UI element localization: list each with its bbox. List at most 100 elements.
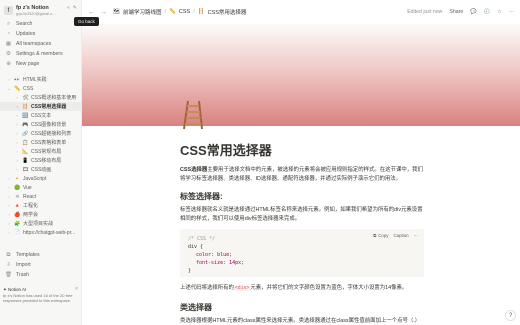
new-page-icon[interactable]: ✎ [73, 5, 77, 11]
edited-status: Edited just now [407, 9, 443, 15]
after-code-paragraph[interactable]: 上述代码将选择所有的<div>元素，并将它们的文字颜色设置为蓝色，字体大小设置为… [180, 284, 424, 294]
chevron-icon[interactable]: › [14, 122, 20, 127]
page-tree-item[interactable]: › 🧩 大型项目实战 [0, 219, 81, 228]
page-tree-item[interactable]: › 📄 https://chatgpt-web-pr... [0, 228, 81, 237]
share-button[interactable]: Share [449, 9, 463, 15]
chevron-icon[interactable]: › [6, 212, 12, 217]
page-tree-label: CSS文本 [31, 113, 52, 119]
breadcrumb-selectors[interactable]: CSS常用选择器 [208, 8, 247, 16]
page-tree-item[interactable]: › 🛠 CSS概述和基本使用 [0, 93, 81, 102]
sidebar-item-new-page[interactable]: ⊕ New page [0, 59, 81, 69]
sidebar-nav: ⌕ Search ◔ Updates ▦ All teamspaces ⚙ Settings … [0, 19, 81, 69]
page-tree-label: CSS动画 [31, 167, 52, 173]
chevron-icon[interactable]: › [6, 77, 12, 82]
chevron-icon[interactable]: › [6, 194, 12, 199]
workspace-email: gqz3x3320@gmail.c... [16, 11, 56, 16]
forward-arrow-icon[interactable]: → [100, 9, 107, 16]
caption-button[interactable]: Caption [393, 232, 408, 240]
page-tree-item[interactable]: › 🔺 工程化 [0, 201, 81, 210]
chevron-icon[interactable]: › [14, 167, 20, 172]
page-tree-label: 工程化 [23, 203, 39, 209]
page-tree-label: https://chatgpt-web-pr... [23, 229, 76, 236]
notion-ai-notice: ✦ Notion AI × fp z's Notion has used 16 … [3, 286, 78, 304]
sidebar: f fp z's Notion gqz3x3320@gmail.c... « ✎… [0, 0, 82, 325]
page-emoji-icon: 📄 [14, 229, 21, 236]
chevron-icon[interactable]: › [14, 131, 20, 136]
tag-selector-paragraph[interactable]: 标签选择器就名义就是选择通过HTML标签名称来选择元素。例如，如果我们希望为所有… [180, 206, 424, 223]
chevron-icon[interactable]: › [6, 176, 12, 181]
breadcrumb-emoji-roadmap: 🗺 [113, 9, 120, 15]
star-icon[interactable]: ☆ [497, 9, 502, 15]
page-emoji-icon: 🔗 [22, 130, 29, 137]
page-tree-item[interactable]: › 📐 CSS常规布局 [0, 147, 81, 156]
page-tree-item[interactable]: › 🔗 CSS超链接和列表 [0, 129, 81, 138]
chevron-icon[interactable]: ⌄ [6, 86, 12, 91]
page-tree-item[interactable]: › 🍎 两学会 [0, 210, 81, 219]
sidebar-item-updates[interactable]: ◔ Updates [0, 29, 81, 39]
nav-icon: ◔ [6, 31, 11, 37]
heading-tag-selector[interactable]: 标签选择器: [180, 191, 424, 202]
breadcrumb-css[interactable]: CSS [179, 9, 190, 15]
code-block[interactable]: ⧉ Copy Caption ··· /* CSS */ div { color:… [180, 229, 424, 277]
breadcrumb-emoji-selectors: 🪜 [197, 9, 205, 15]
page-tree-item[interactable]: › 📱 CSS移动布局 [0, 156, 81, 165]
notion-ai-title: Notion AI [8, 287, 27, 292]
sidebar-item-import[interactable]: ⇩ Import [0, 260, 81, 270]
page-emoji-icon: 🎮 [22, 121, 29, 128]
clock-icon[interactable]: 🕘 [484, 9, 490, 15]
class-selector-paragraph[interactable]: 类选择器根据HTML元素的class属性来选择元素。类选择器通过在class属性… [180, 317, 424, 325]
page-tree-item[interactable]: › 🎮 CSS图像和背景 [0, 120, 81, 129]
sidebar-item-label: New page [16, 61, 40, 67]
page-tree-label: React [23, 193, 37, 200]
copy-button[interactable]: ⧉ Copy [373, 232, 388, 240]
comment-icon[interactable]: 💬 [470, 9, 476, 15]
page-tree-item[interactable]: › ⚛ React [0, 192, 81, 201]
sidebar-item-label: Import [16, 262, 31, 268]
page-tree-item[interactable]: › 🔸 JavaScript [0, 174, 81, 183]
workspace-switcher[interactable]: f fp z's Notion gqz3x3320@gmail.c... « ✎ [0, 0, 81, 19]
page-tree-item[interactable]: › 🟢 Vue [0, 183, 81, 192]
page-cover[interactable] [82, 24, 520, 126]
chevron-icon[interactable]: › [6, 185, 12, 190]
page-emoji-icon: 📱 [22, 157, 29, 164]
more-icon[interactable]: ··· [414, 232, 418, 240]
page-tree-item[interactable]: ⌄ 📏 CSS [0, 84, 81, 93]
page-emoji-icon: 🍎 [14, 211, 21, 218]
chevron-icon[interactable]: › [6, 221, 12, 226]
close-icon[interactable]: × [75, 286, 78, 293]
sidebar-item-templates[interactable]: ⧉ Templates [0, 250, 81, 260]
back-arrow-icon[interactable]: ← [88, 9, 95, 16]
code-line: } [188, 268, 192, 274]
page-tree-label: HTML实践 [23, 77, 47, 83]
chevron-icon[interactable]: › [6, 203, 12, 208]
chevron-icon[interactable]: › [14, 140, 20, 145]
chevron-icon[interactable]: › [6, 230, 12, 235]
ladder-icon[interactable] [181, 100, 205, 130]
chevron-icon[interactable]: › [14, 113, 20, 118]
page-tree: › 👀 HTML实践 ⌄ 📏 CSS › 🛠 CSS概述和基本使用 › 🪜 CSS常用选择器 › 🔡 CSS… [0, 75, 81, 237]
chevron-icon[interactable]: › [14, 149, 20, 154]
heading-class-selector[interactable]: 类选择器 [180, 302, 424, 313]
page-tree-item[interactable]: › 👀 HTML实践 [0, 75, 81, 84]
chevron-icon[interactable]: › [14, 158, 20, 163]
nav-icon: ⚙ [6, 51, 11, 57]
breadcrumb-roadmap[interactable]: 前端学习路线图 [123, 8, 162, 16]
page-title[interactable]: CSS常用选择器 [180, 140, 424, 159]
intro-paragraph[interactable]: CSS选择器主要用于选择文档中的元素，被选择的元素将会被应用规则指定的样式。在这… [180, 166, 424, 183]
sidebar-item-search[interactable]: ⌕ Search [0, 19, 81, 29]
help-button[interactable]: ? [505, 310, 516, 321]
chevron-icon[interactable]: › [14, 95, 20, 100]
page-tree-item[interactable]: › 🎞 CSS动画 [0, 165, 81, 174]
sidebar-item-all-teamspaces[interactable]: ▦ All teamspaces [0, 39, 81, 49]
collapse-sidebar-icon[interactable]: « [67, 5, 70, 11]
page-emoji-icon: 📏 [14, 85, 21, 92]
sidebar-item-settings-members[interactable]: ⚙ Settings & members [0, 49, 81, 59]
page-tree-item[interactable]: › 🔡 CSS文本 [0, 111, 81, 120]
page-tree-item[interactable]: › 📋 CSS表格和表单 [0, 138, 81, 147]
page-emoji-icon: 📋 [22, 139, 29, 146]
page-emoji-icon: 🟢 [14, 184, 21, 191]
chevron-icon[interactable]: › [14, 104, 20, 109]
page-tree-item[interactable]: › 🪜 CSS常用选择器 [0, 102, 81, 111]
more-icon[interactable]: ··· [509, 9, 514, 15]
sidebar-item-trash[interactable]: 🗑 Trash [0, 270, 81, 280]
